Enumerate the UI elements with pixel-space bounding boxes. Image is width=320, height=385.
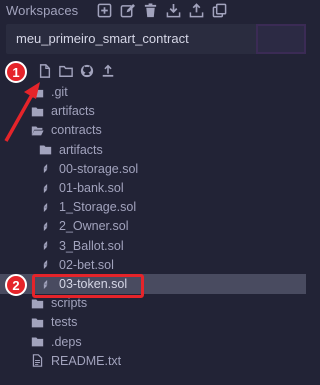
- tree-item-label: 00-storage.sol: [59, 161, 139, 176]
- annotation-number-2: 2: [12, 277, 20, 293]
- solidity-file-icon: [43, 183, 48, 193]
- workspace-select[interactable]: meu_primeiro_smart_contract: [6, 24, 306, 54]
- annotation-badge-2: 2: [5, 274, 27, 296]
- folder-icon: [31, 299, 44, 309]
- tree-folder-item[interactable]: artifacts: [0, 140, 306, 160]
- tree-item-label: 01-bank.sol: [59, 181, 124, 195]
- tree-item-label: 1_Storage.sol: [59, 200, 137, 215]
- tree-item-label: 2_Owner.sol: [59, 219, 129, 234]
- file-icon: [32, 354, 43, 368]
- github-icon[interactable]: [80, 64, 94, 78]
- solidity-file-icon: [43, 260, 48, 270]
- new-folder-icon[interactable]: [59, 64, 73, 78]
- restore-workspace-icon[interactable]: [189, 3, 204, 18]
- download-workspace-icon[interactable]: [166, 3, 181, 18]
- workspace-actions: [97, 3, 227, 18]
- folder-icon: [31, 318, 44, 328]
- workspace-select-dropdown-area[interactable]: [256, 24, 306, 54]
- folder-icon: [31, 107, 44, 117]
- new-file-icon[interactable]: [38, 64, 52, 78]
- solidity-file-icon: [43, 241, 48, 251]
- folder-icon: [39, 145, 52, 155]
- solidity-file-icon: [43, 164, 48, 174]
- annotation-badge-1: 1: [5, 61, 27, 83]
- tree-file-item[interactable]: 3_Ballot.sol: [0, 236, 306, 256]
- tree-item-label: tests: [51, 315, 78, 330]
- tree-item-label: artifacts: [59, 142, 103, 157]
- folder-open-icon: [31, 126, 44, 136]
- tree-folder-item[interactable]: tests: [0, 312, 306, 332]
- tree-folder-item[interactable]: .git: [0, 82, 306, 102]
- tree-item-label: .git: [51, 85, 68, 99]
- upload-icon[interactable]: [101, 64, 115, 78]
- tree-file-item[interactable]: 2_Owner.sol: [0, 216, 306, 236]
- create-workspace-icon[interactable]: [97, 3, 112, 18]
- workspaces-header: Workspaces: [0, 0, 310, 22]
- tree-item-label: contracts: [51, 123, 102, 138]
- tree-file-item[interactable]: 01-bank.sol: [0, 178, 306, 198]
- solidity-file-icon: [43, 221, 48, 231]
- clone-workspace-icon[interactable]: [212, 3, 227, 18]
- tree-file-item[interactable]: 1_Storage.sol: [0, 197, 306, 217]
- tree-item-label: README.txt: [51, 353, 122, 368]
- remix-file-explorer: Workspaces meu_primeiro_smart_contract .…: [0, 0, 310, 385]
- rename-workspace-icon[interactable]: [120, 3, 135, 18]
- annotation-highlight-box: [32, 274, 144, 298]
- tree-file-item[interactable]: README.txt: [0, 351, 306, 371]
- annotation-number-1: 1: [12, 64, 20, 80]
- tree-item-label: artifacts: [51, 104, 95, 119]
- tree-folder-item[interactable]: contracts: [0, 120, 306, 140]
- folder-icon: [31, 87, 44, 97]
- tree-item-label: 02-bet.sol: [59, 257, 114, 272]
- file-toolbar: [38, 64, 115, 78]
- delete-workspace-icon[interactable]: [143, 3, 158, 18]
- tree-file-item[interactable]: 00-storage.sol: [0, 159, 306, 179]
- folder-icon: [31, 337, 44, 347]
- tree-file-item[interactable]: 02-bet.sol: [0, 255, 306, 275]
- solidity-file-icon: [43, 202, 48, 212]
- tree-item-label: 3_Ballot.sol: [59, 238, 124, 253]
- workspace-select-value: meu_primeiro_smart_contract: [16, 31, 189, 46]
- tree-folder-item[interactable]: .deps: [0, 332, 306, 352]
- tree-folder-item[interactable]: artifacts: [0, 101, 306, 121]
- workspaces-title: Workspaces: [6, 3, 79, 18]
- tree-item-label: scripts: [51, 296, 88, 311]
- tree-item-label: .deps: [51, 334, 82, 349]
